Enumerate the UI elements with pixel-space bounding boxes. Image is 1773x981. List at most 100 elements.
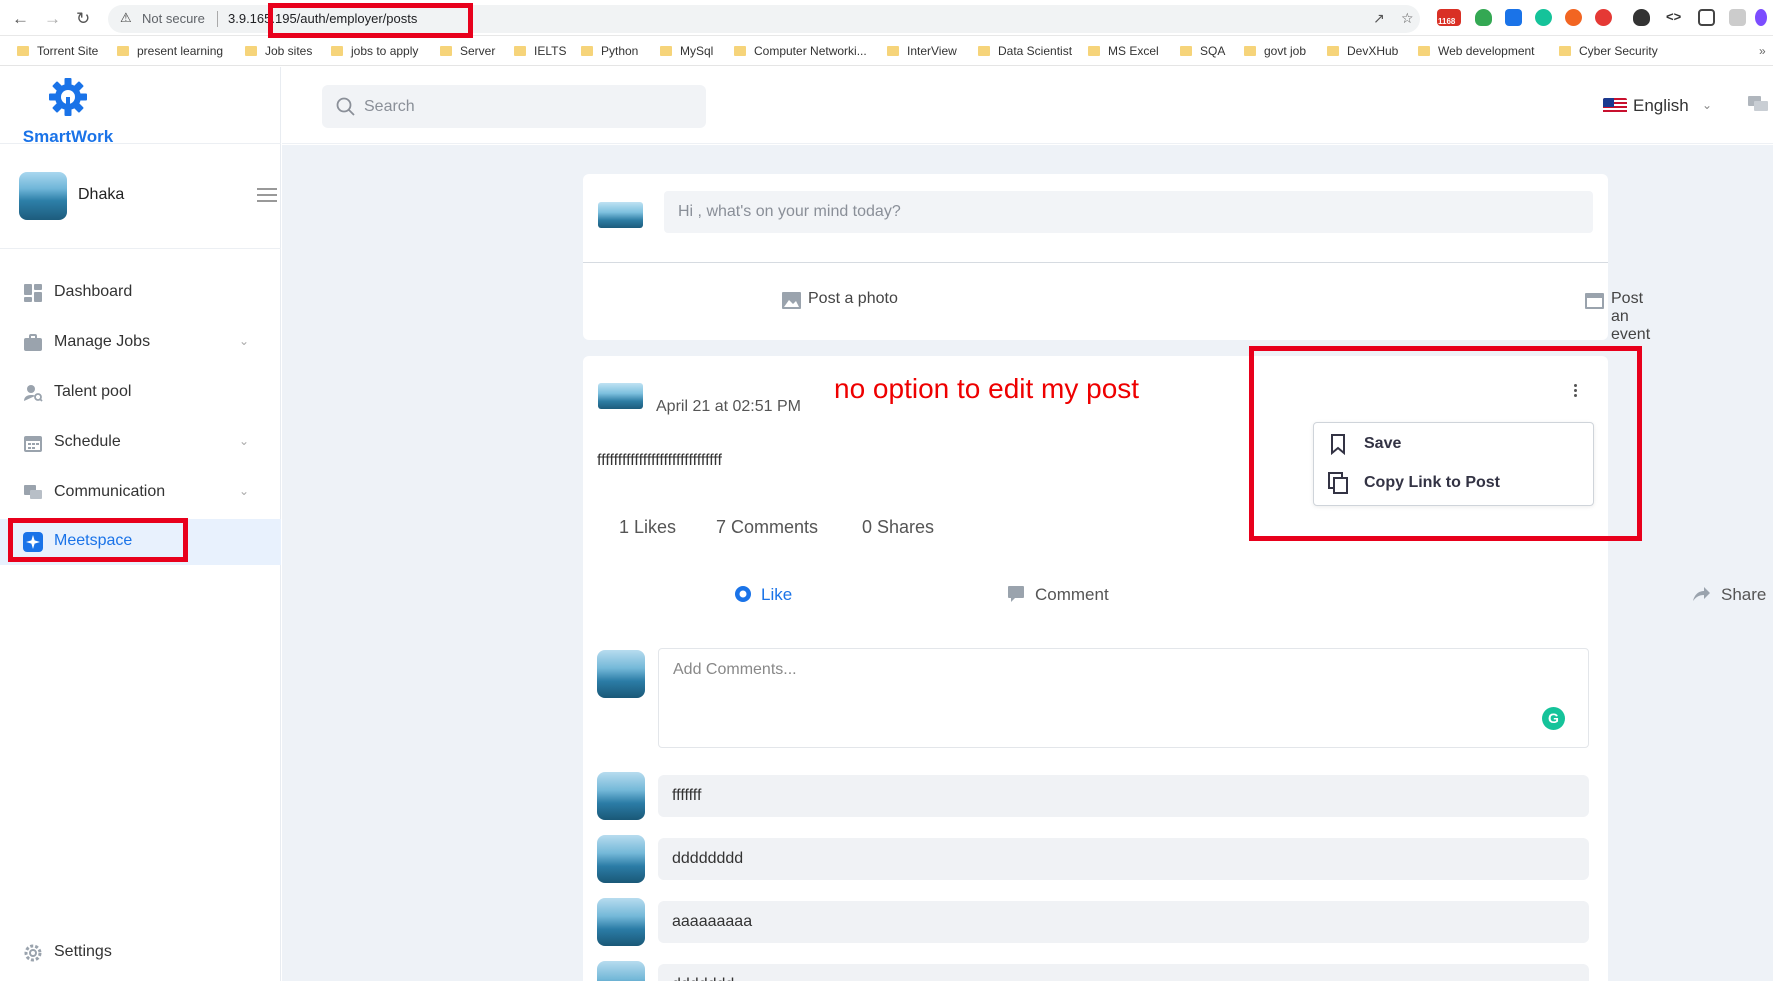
sidebar-item-label: Communication xyxy=(54,483,166,500)
avatar xyxy=(597,835,645,883)
x-ext-icon[interactable] xyxy=(1565,9,1582,26)
like-button[interactable]: Like xyxy=(761,585,792,605)
likes-count[interactable]: 1 Likes xyxy=(619,517,676,538)
mouse-ext-icon[interactable] xyxy=(1633,9,1650,26)
bookmark-item[interactable]: Cyber Security xyxy=(1559,44,1658,58)
bookmark-item[interactable]: Python xyxy=(581,44,638,58)
address-bar[interactable]: ⚠ Not secure 3.9.165.195/auth/employer/p… xyxy=(108,5,1420,33)
composer-divider xyxy=(583,262,1608,263)
sidebar-item-schedule[interactable]: Schedule ⌄ xyxy=(0,420,281,466)
sidebar-item-label: Dashboard xyxy=(54,283,133,300)
url-text[interactable]: 3.9.165.195/auth/employer/posts xyxy=(228,11,417,26)
bookmark-item[interactable]: Computer Networki... xyxy=(734,44,867,58)
comment-bubble: dddddddd xyxy=(658,838,1589,880)
app-header: English ⌄ xyxy=(282,67,1773,144)
bookmark-item[interactable]: govt job xyxy=(1244,44,1306,58)
sidebar-item-talent-pool[interactable]: Talent pool xyxy=(0,370,281,416)
profile-ext-icon[interactable] xyxy=(1729,9,1746,26)
star-icon[interactable]: ☆ xyxy=(1401,10,1414,27)
reload-icon[interactable]: ↻ xyxy=(76,9,90,29)
hamburger-menu-icon[interactable] xyxy=(257,188,277,206)
copy-icon xyxy=(1328,472,1348,494)
comment-text: dddddddd xyxy=(672,850,744,867)
avatar xyxy=(597,772,645,820)
gmail-ext-icon[interactable]: 1168 xyxy=(1437,9,1461,26)
share-icon xyxy=(1693,587,1710,601)
chevron-down-icon[interactable]: ⌄ xyxy=(1702,98,1712,112)
bookmark-item[interactable]: Job sites xyxy=(245,44,312,58)
bookmark-item[interactable]: present learning xyxy=(117,44,223,58)
sidebar-item-label: Settings xyxy=(54,943,112,960)
sidebar-item-communication[interactable]: Communication ⌄ xyxy=(0,470,281,516)
more-bookmarks-icon[interactable]: » xyxy=(1759,44,1766,58)
shield-ext-icon[interactable] xyxy=(1475,9,1492,26)
us-flag-icon xyxy=(1603,98,1627,114)
sidebar-item-label: Meetspace xyxy=(54,532,133,549)
annotation-text: no option to edit my post xyxy=(834,373,1140,404)
menu-item-label: Copy Link to Post xyxy=(1364,474,1500,491)
gear-icon xyxy=(24,944,42,962)
shares-count[interactable]: 0 Shares xyxy=(862,517,934,538)
sidebar-item-settings[interactable]: Settings xyxy=(0,933,281,973)
code-ext-icon[interactable]: <> xyxy=(1666,9,1683,26)
capture-ext-icon[interactable] xyxy=(1698,9,1715,26)
bookmark-item[interactable]: DevXHub xyxy=(1327,44,1398,58)
bookmark-item[interactable]: Web development xyxy=(1418,44,1535,58)
bookmark-item[interactable]: MySql xyxy=(660,44,713,58)
profile-divider xyxy=(0,248,281,249)
back-icon[interactable]: ← xyxy=(12,9,29,29)
avatar xyxy=(598,383,643,409)
list-item: fffffff xyxy=(597,772,1589,820)
bookmark-item[interactable]: jobs to apply xyxy=(331,44,418,58)
avatar xyxy=(597,898,645,946)
comments-count[interactable]: 7 Comments xyxy=(716,517,818,538)
sparkle-icon xyxy=(23,532,43,552)
sidebar-item-label: Talent pool xyxy=(54,383,132,400)
post-photo-button[interactable]: Post a photo xyxy=(808,290,898,308)
language-selector[interactable]: English xyxy=(1633,96,1689,116)
bookmark-item[interactable]: IELTS xyxy=(514,44,566,58)
status-input[interactable] xyxy=(664,191,1593,233)
messages-icon[interactable] xyxy=(1747,95,1769,115)
brand-divider xyxy=(0,143,281,144)
menu-item-copy-link[interactable]: Copy Link to Post xyxy=(1314,464,1593,500)
like-icon xyxy=(735,586,751,602)
bookmark-item[interactable]: InterView xyxy=(887,44,957,58)
comment-button[interactable]: Comment xyxy=(1035,585,1109,605)
avatar xyxy=(597,650,645,698)
search-icon xyxy=(336,97,355,116)
comment-text: ddddddd xyxy=(672,976,734,981)
bookmark-item[interactable]: Torrent Site xyxy=(17,44,98,58)
sidebar-item-manage-jobs[interactable]: Manage Jobs ⌄ xyxy=(0,320,281,366)
forward-icon[interactable]: → xyxy=(44,9,61,29)
share-button[interactable]: Share xyxy=(1721,585,1766,605)
drop-ext-icon[interactable] xyxy=(1505,9,1522,26)
list-item: ddddddd xyxy=(597,961,1589,981)
bookmark-item[interactable]: Server xyxy=(440,44,495,58)
bookmark-item[interactable]: SQA xyxy=(1180,44,1225,58)
comment-bubble: aaaaaaaaa xyxy=(658,901,1589,943)
search-input[interactable] xyxy=(322,85,706,128)
sidebar-item-dashboard[interactable]: Dashboard xyxy=(0,270,281,316)
share-icon[interactable]: ↗ xyxy=(1373,10,1385,27)
more-options-icon[interactable] xyxy=(1572,384,1578,400)
chat-icon xyxy=(24,485,42,499)
grammarly-ext-icon[interactable] xyxy=(1535,9,1552,26)
user-search-icon xyxy=(24,385,43,402)
record-ext-icon[interactable] xyxy=(1595,9,1612,26)
bookmark-item[interactable]: MS Excel xyxy=(1088,44,1159,58)
post-timestamp: April 21 at 02:51 PM xyxy=(656,398,801,415)
bookmark-item[interactable]: Data Scientist xyxy=(978,44,1072,58)
comment-input[interactable]: Add Comments... G xyxy=(658,648,1589,748)
post-event-button[interactable]: Post an event xyxy=(1611,290,1650,344)
dashboard-icon xyxy=(24,284,42,302)
puzzle-ext-icon[interactable] xyxy=(1755,9,1767,26)
avatar xyxy=(597,961,645,981)
avatar xyxy=(19,172,67,220)
sidebar-item-label: Manage Jobs xyxy=(54,333,151,350)
menu-item-save[interactable]: Save xyxy=(1314,425,1593,461)
brand-logo[interactable]: SmartWork xyxy=(18,77,118,147)
calendar-icon xyxy=(24,436,42,452)
sidebar-item-meetspace[interactable]: Meetspace xyxy=(0,519,281,565)
grammarly-icon[interactable]: G xyxy=(1542,707,1565,730)
